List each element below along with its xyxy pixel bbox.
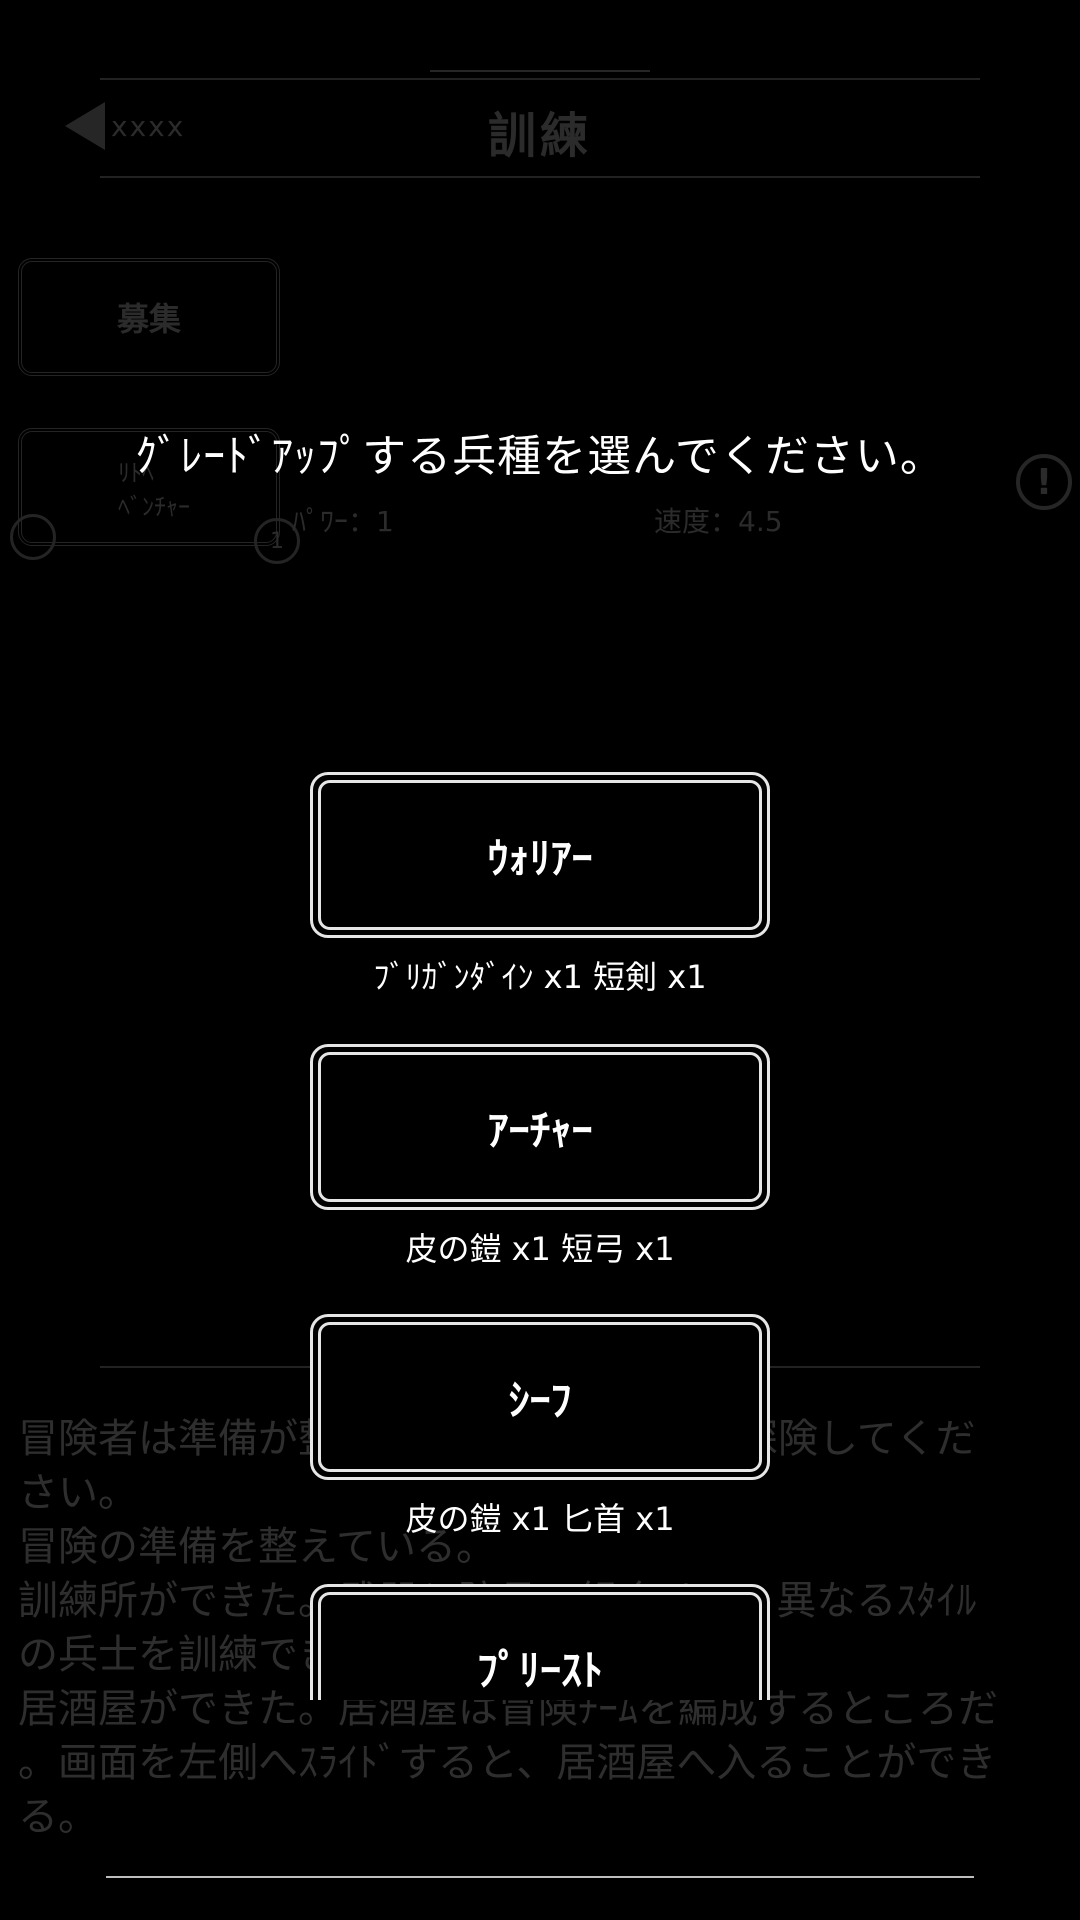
- archer-cost: 皮の鎧 x1 短弓 x1: [405, 1230, 675, 1268]
- class-option: ｼｰﾌ 皮の鎧 x1 匕首 x1: [310, 1314, 770, 1540]
- class-option-list[interactable]: ｳｫﾘｱｰ ﾌﾞﾘｶﾞﾝﾀﾞｲﾝ x1 短剣 x1 ｱｰﾁｬｰ 皮の鎧 x1 短…: [310, 772, 770, 1700]
- stat-speed: 速度：4.5: [654, 505, 783, 538]
- unit-class-emblem-icon: [10, 514, 56, 560]
- class-option: ﾌﾟﾘｰｽﾄ: [310, 1584, 770, 1700]
- thief-button[interactable]: ｼｰﾌ: [310, 1314, 770, 1480]
- warrior-cost: ﾌﾞﾘｶﾞﾝﾀﾞｲﾝ x1 短剣 x1: [373, 958, 707, 996]
- thief-cost: 皮の鎧 x1 匕首 x1: [405, 1500, 675, 1538]
- warrior-button[interactable]: ｳｫﾘｱｰ: [310, 772, 770, 938]
- archer-button[interactable]: ｱｰﾁｬｰ: [310, 1044, 770, 1210]
- log-line: る。: [18, 1794, 98, 1840]
- priest-button[interactable]: ﾌﾟﾘｰｽﾄ: [310, 1584, 770, 1700]
- header-ornament: [430, 40, 650, 72]
- priest-button-label: ﾌﾟﾘｰｽﾄ: [318, 1592, 762, 1700]
- thief-button-label: ｼｰﾌ: [318, 1322, 762, 1472]
- archer-button-label: ｱｰﾁｬｰ: [318, 1052, 762, 1202]
- header-divider-top: [100, 78, 980, 80]
- unit-card-class: ﾍﾞﾝﾁｬｰ: [118, 493, 190, 521]
- dialog-prompt: ｸﾞﾚｰﾄﾞｱｯﾌﾟする兵種を選んでください。: [135, 431, 945, 482]
- header-divider-bottom: [100, 176, 980, 178]
- page-title: 訓練: [487, 108, 592, 164]
- bottom-divider: [106, 1876, 974, 1878]
- warrior-button-label: ｳｫﾘｱｰ: [318, 780, 762, 930]
- stat-power: ﾊﾟﾜｰ：1: [292, 505, 394, 538]
- log-line: 。画面を左側へｽﾗｲﾄﾞすると、居酒屋へ入ることができ: [18, 1740, 997, 1786]
- class-option: ｳｫﾘｱｰ ﾌﾞﾘｶﾞﾝﾀﾞｲﾝ x1 短剣 x1: [310, 772, 770, 998]
- class-option: ｱｰﾁｬｰ 皮の鎧 x1 短弓 x1: [310, 1044, 770, 1270]
- recruit-button[interactable]: 募集: [18, 258, 280, 376]
